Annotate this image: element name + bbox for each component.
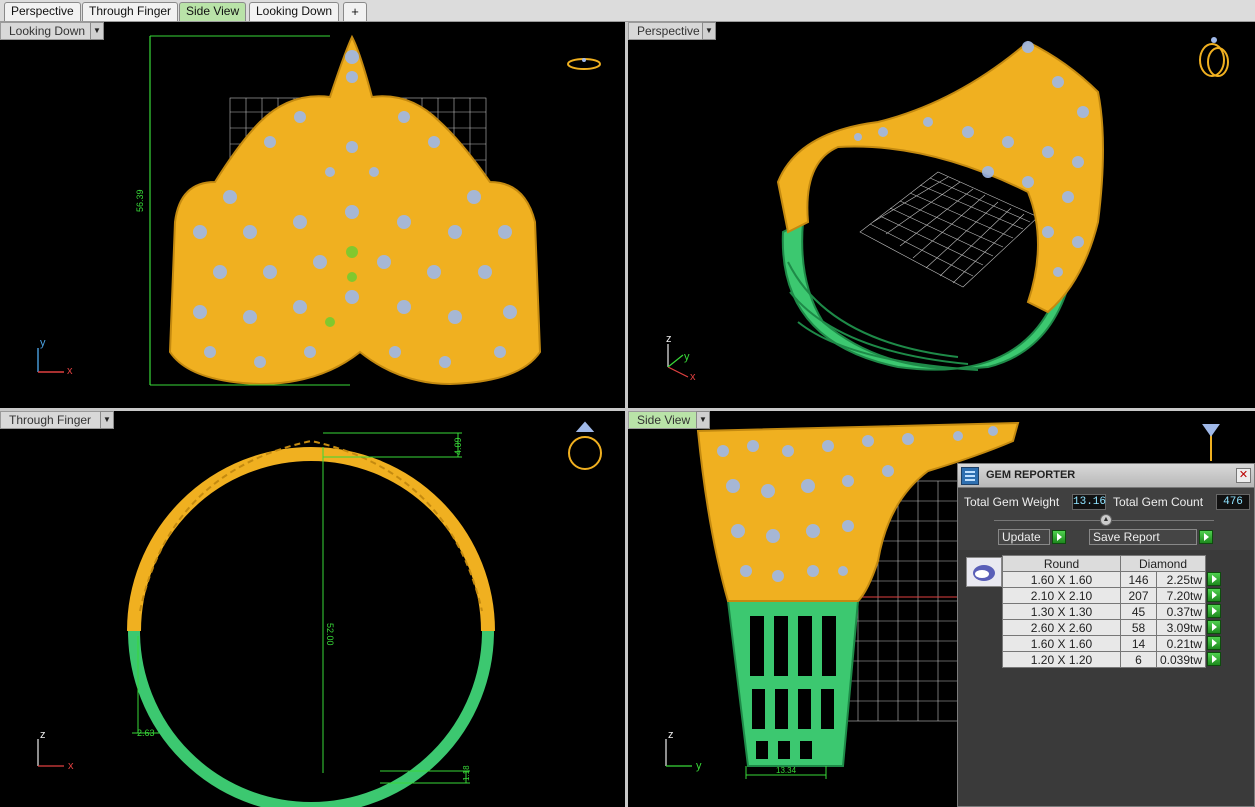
dimension-top: 4.09 bbox=[453, 437, 463, 455]
update-button[interactable]: Update bbox=[998, 529, 1050, 545]
gem-size: 1.60 X 1.60 bbox=[1002, 571, 1121, 588]
close-icon[interactable]: ✕ bbox=[1236, 468, 1251, 483]
gem-reporter-titlebar[interactable]: GEM REPORTER ✕ bbox=[958, 464, 1254, 488]
tab-side-view[interactable]: Side View bbox=[179, 2, 247, 21]
round-diamond-icon[interactable] bbox=[966, 557, 1002, 587]
collapse-icon[interactable]: ▲ bbox=[1100, 514, 1112, 526]
table-row[interactable]: 2.60 X 2.60 58 3.09tw bbox=[1002, 619, 1222, 636]
axis-label: z bbox=[668, 729, 674, 741]
ring-orientation-icon bbox=[568, 421, 602, 470]
gem-size: 2.60 X 2.60 bbox=[1002, 619, 1121, 636]
viewport-dropdown-icon[interactable]: ▼ bbox=[696, 411, 710, 429]
table-row[interactable]: 1.60 X 1.60 14 0.21tw bbox=[1002, 635, 1222, 652]
gem-count: 58 bbox=[1120, 619, 1157, 636]
axis-label: x bbox=[68, 760, 74, 772]
select-row-icon[interactable] bbox=[1207, 571, 1222, 586]
viewport-label[interactable]: Through Finger bbox=[0, 411, 102, 429]
tab-through-finger[interactable]: Through Finger bbox=[82, 2, 179, 21]
axis-label: y bbox=[696, 760, 702, 772]
select-row-icon[interactable] bbox=[1207, 619, 1222, 634]
select-row-icon[interactable] bbox=[1207, 587, 1222, 602]
gem-weight: 3.09tw bbox=[1155, 619, 1207, 636]
axis-label: x bbox=[67, 365, 73, 377]
tab-perspective[interactable]: Perspective bbox=[4, 2, 81, 21]
ring-orientation-icon bbox=[1202, 424, 1220, 461]
gem-size: 2.10 X 2.10 bbox=[1002, 587, 1121, 604]
gem-size: 1.60 X 1.60 bbox=[1002, 635, 1121, 652]
table-row[interactable]: 2.10 X 2.10 207 7.20tw bbox=[1002, 587, 1222, 604]
table-row[interactable]: 1.60 X 1.60 146 2.25tw bbox=[1002, 571, 1222, 588]
save-report-go-icon[interactable] bbox=[1199, 530, 1213, 544]
gem-count: 6 bbox=[1120, 651, 1157, 668]
viewport-perspective[interactable]: z y x Perspective ▼ bbox=[628, 22, 1255, 408]
total-gem-weight-value: 13.16 bbox=[1072, 494, 1107, 510]
gem-reporter-icon bbox=[961, 467, 979, 485]
ring-orientation-icon bbox=[567, 58, 601, 70]
gem-count: 14 bbox=[1120, 635, 1157, 652]
select-row-icon[interactable] bbox=[1207, 635, 1222, 650]
perspective-render: z y x bbox=[666, 37, 1229, 383]
axis-label: z bbox=[40, 729, 46, 741]
viewport-looking-down[interactable]: 56.39 y x Looking Down ▼ bbox=[0, 22, 625, 408]
axis-label: y bbox=[40, 337, 46, 349]
total-gem-weight-label: Total Gem Weight bbox=[964, 495, 1060, 509]
gem-weight: 0.21tw bbox=[1155, 635, 1207, 652]
viewport-label[interactable]: Side View bbox=[628, 411, 698, 429]
save-report-button[interactable]: Save Report bbox=[1089, 529, 1197, 545]
gem-count: 45 bbox=[1120, 603, 1157, 620]
gem-weight: 7.20tw bbox=[1155, 587, 1207, 604]
total-gem-count-value: 476 bbox=[1216, 494, 1250, 510]
viewport-label[interactable]: Looking Down bbox=[0, 22, 92, 40]
tab-looking-down[interactable]: Looking Down bbox=[249, 2, 340, 21]
gem-table-area: Round Diamond 1.60 X 1.60 146 2.25tw 2.1… bbox=[958, 550, 1254, 806]
table-row[interactable]: 1.30 X 1.30 45 0.37tw bbox=[1002, 603, 1222, 620]
viewport-dropdown-icon[interactable]: ▼ bbox=[702, 22, 716, 40]
gem-size: 1.30 X 1.30 bbox=[1002, 603, 1121, 620]
through-finger-render: 4.09 52.00 2.63 1.18 z x bbox=[37, 421, 602, 807]
dimension-left: 2.63 bbox=[137, 728, 155, 738]
gem-size: 1.20 X 1.20 bbox=[1002, 651, 1121, 668]
viewport-dropdown-icon[interactable]: ▼ bbox=[100, 411, 114, 429]
gem-reporter-panel: GEM REPORTER ✕ Total Gem Weight 13.16 To… bbox=[957, 463, 1255, 807]
dimension-bottom: 1.18 bbox=[462, 765, 471, 781]
gem-weight: 0.039tw bbox=[1155, 651, 1207, 668]
axis-label: y bbox=[684, 351, 690, 363]
viewport-dropdown-icon[interactable]: ▼ bbox=[90, 22, 104, 40]
gem-weight: 0.37tw bbox=[1155, 603, 1207, 620]
update-go-icon[interactable] bbox=[1052, 530, 1066, 544]
dimension-width: 13.34 bbox=[776, 766, 797, 775]
looking-down-render: 56.39 y x bbox=[37, 34, 601, 386]
gem-weight: 2.25tw bbox=[1155, 571, 1207, 588]
viewport-through-finger[interactable]: 4.09 52.00 2.63 1.18 z x Through Finger … bbox=[0, 411, 625, 807]
viewport-tab-bar: Perspective Through Finger Side View Loo… bbox=[0, 0, 1255, 22]
viewport-label[interactable]: Perspective bbox=[628, 22, 704, 40]
ring-orientation-icon bbox=[1199, 37, 1229, 77]
axis-label: x bbox=[690, 371, 696, 383]
column-header-shape: Round bbox=[1002, 555, 1121, 572]
add-tab-button[interactable]: + bbox=[343, 2, 367, 21]
select-row-icon[interactable] bbox=[1207, 603, 1222, 618]
gem-count: 146 bbox=[1120, 571, 1157, 588]
total-gem-count-label: Total Gem Count bbox=[1113, 495, 1204, 509]
looking-down-dimension: 56.39 bbox=[135, 189, 145, 212]
select-row-icon[interactable] bbox=[1207, 651, 1222, 666]
gem-table: Round Diamond 1.60 X 1.60 146 2.25tw 2.1… bbox=[1002, 555, 1222, 668]
table-row[interactable]: 1.20 X 1.20 6 0.039tw bbox=[1002, 651, 1222, 668]
gem-count: 207 bbox=[1120, 587, 1157, 604]
dimension-diameter: 52.00 bbox=[325, 623, 335, 646]
gem-reporter-title: GEM REPORTER bbox=[986, 469, 1076, 481]
column-header-material: Diamond bbox=[1119, 555, 1207, 572]
axis-label: z bbox=[666, 333, 672, 345]
